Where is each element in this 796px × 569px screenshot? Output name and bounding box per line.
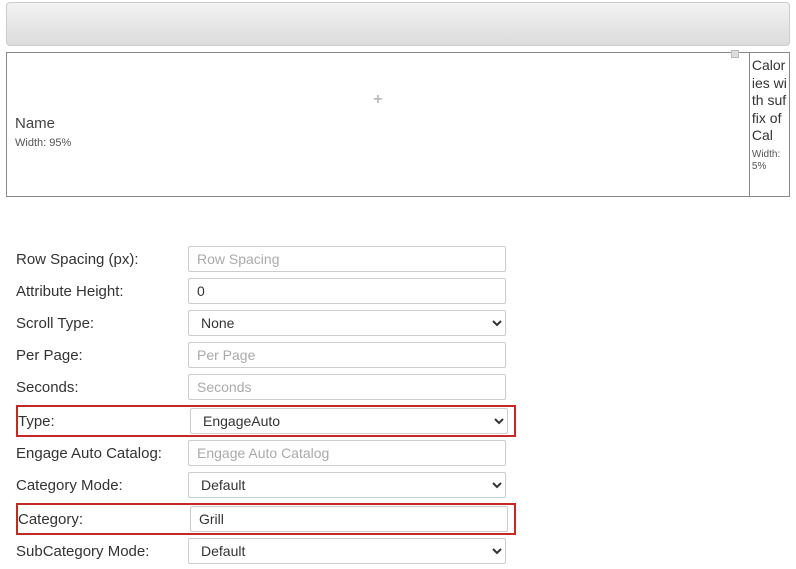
category-mode-label: Category Mode: xyxy=(16,477,188,494)
layout-column-name[interactable]: + Name Width: 95% xyxy=(7,53,750,196)
attribute-height-label: Attribute Height: xyxy=(16,283,188,300)
category-input[interactable] xyxy=(190,506,508,532)
column-title: Calories with suffix of Cal xyxy=(752,57,787,145)
attribute-height-row: Attribute Height: xyxy=(16,277,516,305)
toolbar xyxy=(6,2,790,46)
row-spacing-input[interactable] xyxy=(188,246,506,272)
column-width-label: Width: 95% xyxy=(15,137,71,149)
column-layout: + Name Width: 95% Calories with suffix o… xyxy=(6,52,790,197)
category-mode-select[interactable]: Default xyxy=(188,472,506,498)
scroll-type-label: Scroll Type: xyxy=(16,315,188,332)
column-title: Name xyxy=(15,115,55,132)
category-row-highlighted: Category: xyxy=(16,503,516,535)
type-row-highlighted: Type: EngageAuto xyxy=(16,405,516,437)
type-label: Type: xyxy=(18,413,190,430)
per-page-label: Per Page: xyxy=(16,347,188,364)
scroll-type-select[interactable]: None xyxy=(188,310,506,336)
engage-auto-catalog-label: Engage Auto Catalog: xyxy=(16,445,188,462)
subcategory-mode-row: SubCategory Mode: Default xyxy=(16,537,516,565)
resize-handle[interactable] xyxy=(731,50,739,58)
seconds-label: Seconds: xyxy=(16,379,188,396)
category-mode-row: Category Mode: Default xyxy=(16,471,516,499)
scroll-type-row: Scroll Type: None xyxy=(16,309,516,337)
type-select[interactable]: EngageAuto xyxy=(190,408,508,434)
plus-icon[interactable]: + xyxy=(373,91,382,109)
attribute-height-input[interactable] xyxy=(188,278,506,304)
seconds-input[interactable] xyxy=(188,374,506,400)
subcategory-mode-label: SubCategory Mode: xyxy=(16,543,188,560)
seconds-row: Seconds: xyxy=(16,373,516,401)
category-label: Category: xyxy=(18,511,190,528)
settings-form: Row Spacing (px): Attribute Height: Scro… xyxy=(16,245,516,565)
per-page-input[interactable] xyxy=(188,342,506,368)
engage-auto-catalog-row: Engage Auto Catalog: xyxy=(16,439,516,467)
subcategory-mode-select[interactable]: Default xyxy=(188,538,506,564)
layout-column-calories[interactable]: Calories with suffix of Cal Width: 5% xyxy=(750,53,789,196)
engage-auto-catalog-input[interactable] xyxy=(188,440,506,466)
column-width-label: Width: 5% xyxy=(752,149,787,173)
per-page-row: Per Page: xyxy=(16,341,516,369)
row-spacing-label: Row Spacing (px): xyxy=(16,251,188,268)
row-spacing-row: Row Spacing (px): xyxy=(16,245,516,273)
